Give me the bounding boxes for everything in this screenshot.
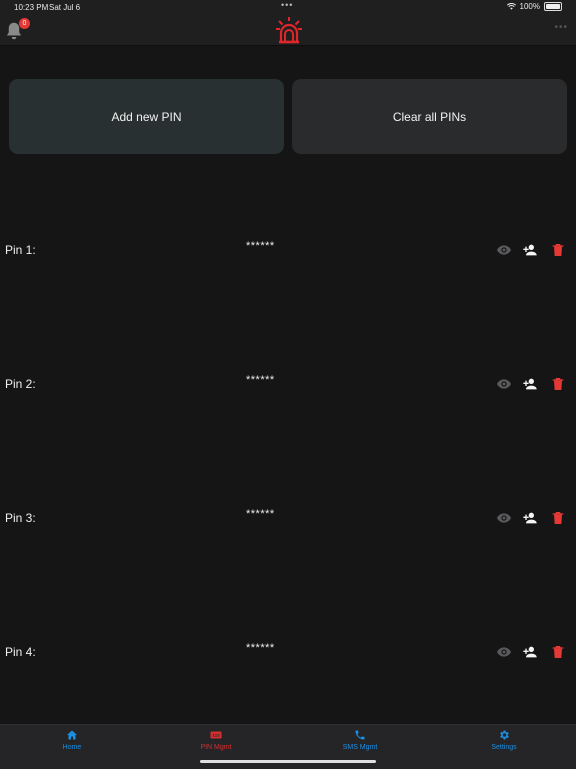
tab-label: Settings [491,744,517,751]
delete-icon[interactable] [550,644,566,660]
pin-label: Pin 2: [5,377,36,391]
add-pin-button[interactable]: Add new PIN [9,79,284,154]
alarm-siren-icon [276,17,302,44]
status-time: 10:23 PM [14,3,49,12]
tab-settings[interactable]: Settings [432,725,576,769]
pin-icon: 123 [210,731,222,739]
eye-icon[interactable] [496,242,512,258]
home-indicator[interactable] [200,760,376,763]
eye-icon[interactable] [496,644,512,660]
pin-row: Pin 1: ****** [0,239,576,261]
add-person-icon[interactable] [522,510,538,526]
add-person-icon[interactable] [522,242,538,258]
svg-text:123: 123 [212,734,220,738]
tab-home[interactable]: Home [0,725,144,769]
eye-icon[interactable] [496,510,512,526]
status-indicators: 100% [506,2,562,11]
pin-label: Pin 1: [5,243,36,257]
tab-label: PIN Mgmt [200,744,232,751]
tab-label: Home [62,744,82,751]
add-person-icon[interactable] [522,644,538,660]
gear-icon [500,730,509,740]
multitasking-dots[interactable]: ••• [281,0,293,10]
tab-label: SMS Mgmt [342,744,378,751]
battery-percent: 100% [519,2,540,11]
delete-icon[interactable] [550,242,566,258]
pin-value: ****** [246,240,275,252]
more-icon[interactable]: ••• [554,22,568,33]
delete-icon[interactable] [550,510,566,526]
app-header: 0 ••• [0,14,576,46]
phone-icon [355,730,365,740]
pin-label: Pin 4: [5,645,36,659]
eye-icon[interactable] [496,376,512,392]
pin-row: Pin 2: ****** [0,373,576,395]
notification-badge: 0 [19,18,30,29]
clear-pins-button[interactable]: Clear all PINs [292,79,567,154]
pin-value: ****** [246,642,275,654]
add-person-icon[interactable] [522,376,538,392]
home-icon [67,730,77,740]
status-date: Sat Jul 6 [49,3,81,12]
delete-icon[interactable] [550,376,566,392]
pin-value: ****** [246,374,275,386]
pin-value: ****** [246,508,275,520]
wifi-icon [506,3,516,10]
status-bar: 10:23 PM Sat Jul 6 ••• 100% [0,0,576,14]
pin-label: Pin 3: [5,511,36,525]
battery-icon [544,2,562,11]
pin-row: Pin 4: ****** [0,641,576,663]
pin-row: Pin 3: ****** [0,507,576,529]
